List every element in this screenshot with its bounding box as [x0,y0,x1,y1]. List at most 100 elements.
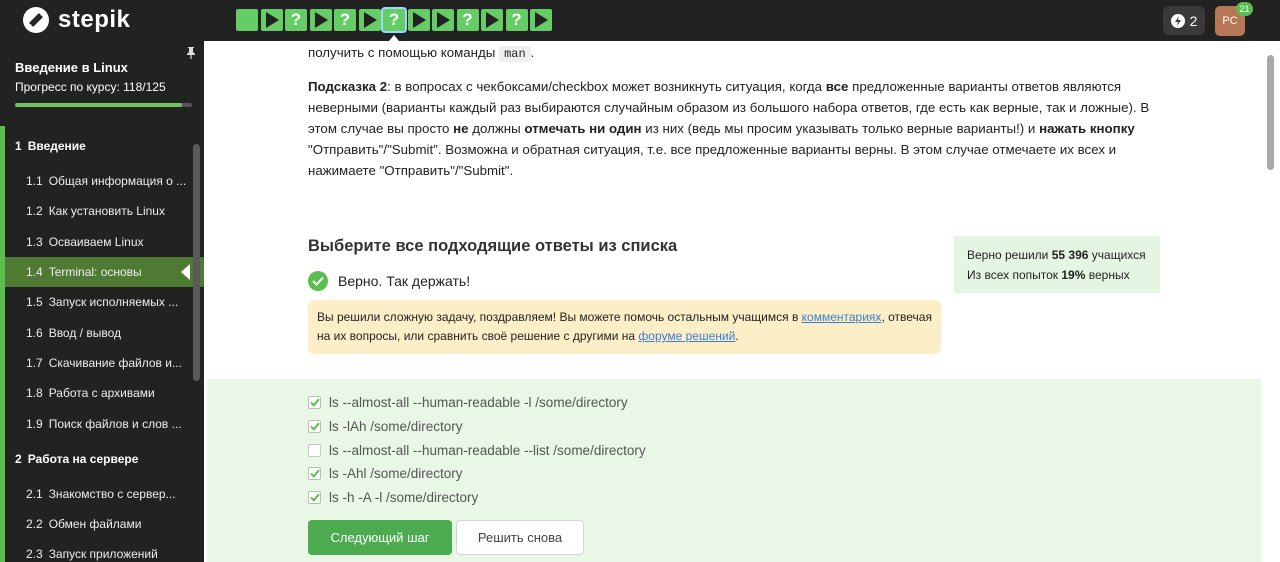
hint-text-1: : в вопросах с чекбоксами/checkbox может… [387,79,826,94]
sidebar-item-lesson[interactable]: 2.2 Обмен файлами [5,509,204,539]
stats-attempts-percent: 19% [1061,268,1086,282]
step-2-video[interactable] [260,9,283,31]
comments-link[interactable]: комментариях [802,310,882,324]
nav-section-1: 1 Введение 1.1 Общая информация о ... 1.2 Как… [0,126,204,439]
lesson-number: 1.5 [26,295,43,310]
step-9-video[interactable] [432,9,454,31]
feedback-text: Верно. Так держать! [338,273,471,289]
lesson-title: Осваиваем Linux [48,234,144,249]
lesson-number: 1.1 [26,174,43,189]
feedback-correct: Верно. Так держать! [308,271,470,291]
sidebar-section-header[interactable]: 1 Введение [5,126,204,166]
sidebar-item-lesson[interactable]: 1.8 Работа с архивами [5,378,204,408]
step-1-text[interactable] [236,9,258,31]
checkmark-icon [309,398,320,407]
hint-paragraph: Подсказка 2: в вопросах с чекбоксами/che… [308,76,1168,181]
lesson-steps-nav: ????? [236,7,555,41]
sidebar-item-lesson[interactable]: 1.1 Общая информация о ... [5,166,204,196]
step-12-quiz[interactable]: ? [505,9,528,31]
step-6-video[interactable] [358,9,381,31]
hint-label: Подсказка 2 [308,79,388,94]
sidebar-item-lesson[interactable]: 1.4 Terminal: основы [5,256,204,288]
lesson-number: 1.6 [26,325,43,340]
answer-option[interactable]: ls -lAh /some/directory [308,419,463,434]
nav-section-2: 2 Работа на сервере 2.1 Знакомство с сервер… [0,438,204,562]
step-7-quiz[interactable]: ? [381,7,407,41]
congrats-text-3: . [735,329,739,343]
energy-count: 2 [1189,12,1198,29]
lesson-number: 1.9 [26,416,43,431]
lesson-title: Ввод / вывод [48,325,121,340]
man-command: man [499,46,531,62]
stats-attempts-suffix: верных [1088,268,1130,282]
sidebar-item-lesson[interactable]: 1.7 Скачивание файлов и... [5,348,204,378]
notification-badge[interactable]: 21 [1236,2,1253,16]
congrats-notice: Вы решили сложную задачу, поздравляем! В… [308,300,941,354]
stats-solved-suffix: учащихся [1091,248,1146,262]
answer-option[interactable]: ls --almost-all --human-readable --list … [308,443,646,458]
step-4-video[interactable] [309,9,332,31]
lesson-title: Общая информация о ... [48,174,187,189]
sidebar-item-lesson[interactable]: 1.5 Запуск исполняемых ... [5,287,204,317]
section-number: 1 [15,139,22,153]
stats-solved: Верно решили 55 396 учащихся [967,245,1147,265]
lightning-icon [1170,13,1185,28]
lesson-title: Запуск исполняемых ... [48,295,179,310]
sidebar-item-lesson[interactable]: 2.1 Знакомство с сервер... [5,479,204,509]
step-3-quiz[interactable]: ? [285,9,307,31]
sidebar-item-lesson[interactable]: 1.6 Ввод / вывод [5,317,204,347]
sidebar-item-lesson[interactable]: 1.2 Как установить Linux [5,196,204,226]
pin-icon[interactable] [185,46,197,60]
step-13-video[interactable] [530,9,552,31]
lesson-title: Terminal: основы [48,265,142,280]
question-mark-icon: ? [462,10,473,29]
intro-prefix: получить с помощью команды [308,45,496,60]
lesson-title: Знакомство с сервер... [48,486,176,501]
sidebar-item-lesson[interactable]: 1.3 Осваиваем Linux [5,227,204,257]
solutions-forum-link[interactable]: форуме решений [638,329,735,343]
answer-checkbox[interactable] [308,396,321,409]
hint-bold-4: нажать кнопку [1039,121,1135,136]
energy-counter[interactable]: 2 [1163,6,1205,35]
sidebar-scrollbar[interactable] [193,144,200,381]
content-scrollbar[interactable] [1267,55,1274,170]
answer-checkbox[interactable] [308,444,321,457]
checkmark-icon [309,493,320,502]
stats-solved-count: 55 396 [1051,248,1089,262]
step-10-quiz[interactable]: ? [456,9,479,31]
step-11-video[interactable] [481,9,503,31]
sidebar-item-lesson[interactable]: 2.3 Запуск приложений [5,539,204,562]
solve-again-button[interactable]: Решить снова [456,520,584,555]
success-check-icon [308,271,328,291]
intro-text: получить с помощью команды man. [308,42,534,65]
lesson-number: 2.2 [26,517,43,532]
answer-option[interactable]: ls -Ahl /some/directory [308,466,463,481]
play-icon [535,12,548,28]
play-icon [314,12,328,28]
next-step-button[interactable]: Следующий шаг [308,520,452,555]
hint-text-4: из них (ведь мы просим указывать только … [641,121,1040,136]
answer-checkbox[interactable] [308,420,321,433]
lesson-number: 1.3 [26,234,43,249]
lesson-number: 1.8 [26,386,43,401]
play-icon [412,12,426,28]
answer-checkbox[interactable] [308,491,321,504]
checkmark-icon [309,422,320,431]
lesson-title: Запуск приложений [48,547,158,562]
answer-option[interactable]: ls -h -A -l /some/directory [308,490,478,505]
course-title[interactable]: Введение в Linux [15,60,128,75]
step-8-video[interactable] [407,9,430,31]
top-bar: stepik ????? 2 PC 21 [0,0,1280,41]
notification-count: 21 [1239,4,1250,14]
step-5-quiz[interactable]: ? [334,9,356,31]
sidebar-section-header[interactable]: 2 Работа на сервере [5,439,204,479]
brand-name: stepik [58,6,131,33]
sidebar-item-lesson[interactable]: 1.9 Поиск файлов и слов ... [5,408,204,438]
stepik-logo[interactable]: stepik [22,6,130,34]
answer-checkbox[interactable] [308,467,321,480]
step-content: получить с помощью команды man. Подсказк… [204,41,1280,562]
answer-option[interactable]: ls --almost-all --human-readable -l /som… [308,395,628,410]
stats-attempts-prefix: Из всех попыток [967,268,1059,282]
play-icon [437,12,450,28]
course-progress: Прогресс по курсу: 118/125 [15,80,166,94]
